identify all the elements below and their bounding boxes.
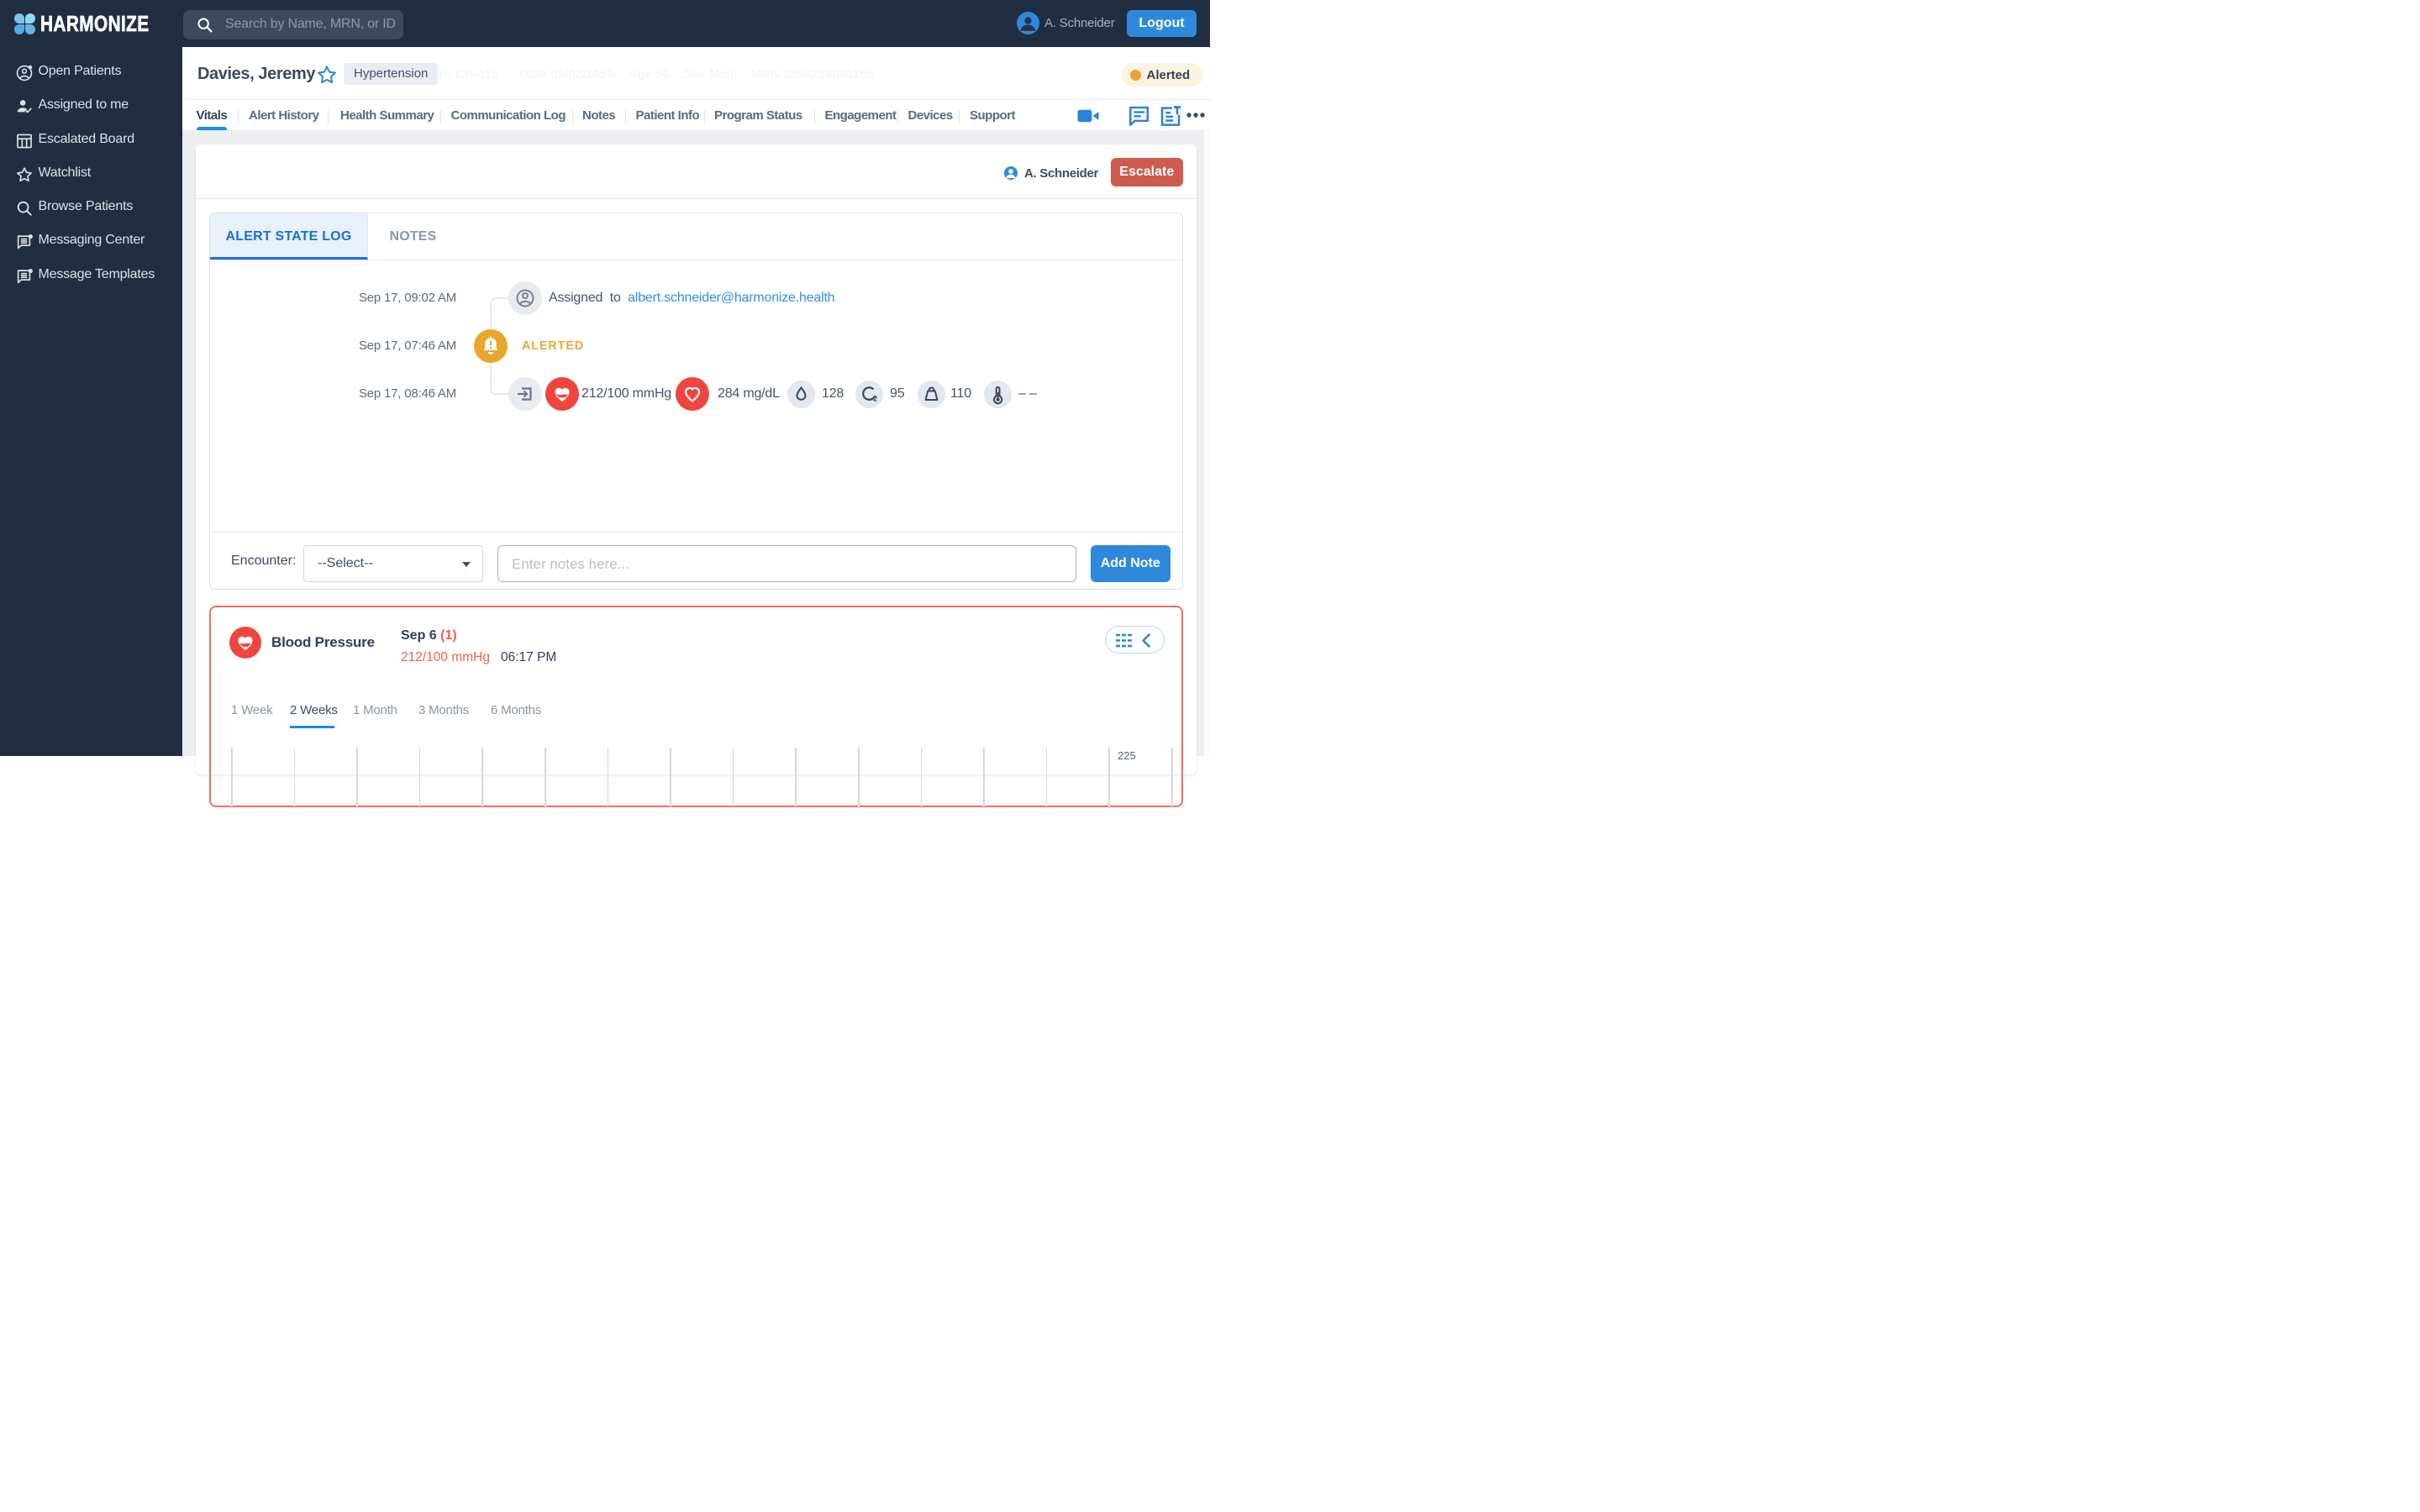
svg-text:2: 2 xyxy=(873,394,877,402)
